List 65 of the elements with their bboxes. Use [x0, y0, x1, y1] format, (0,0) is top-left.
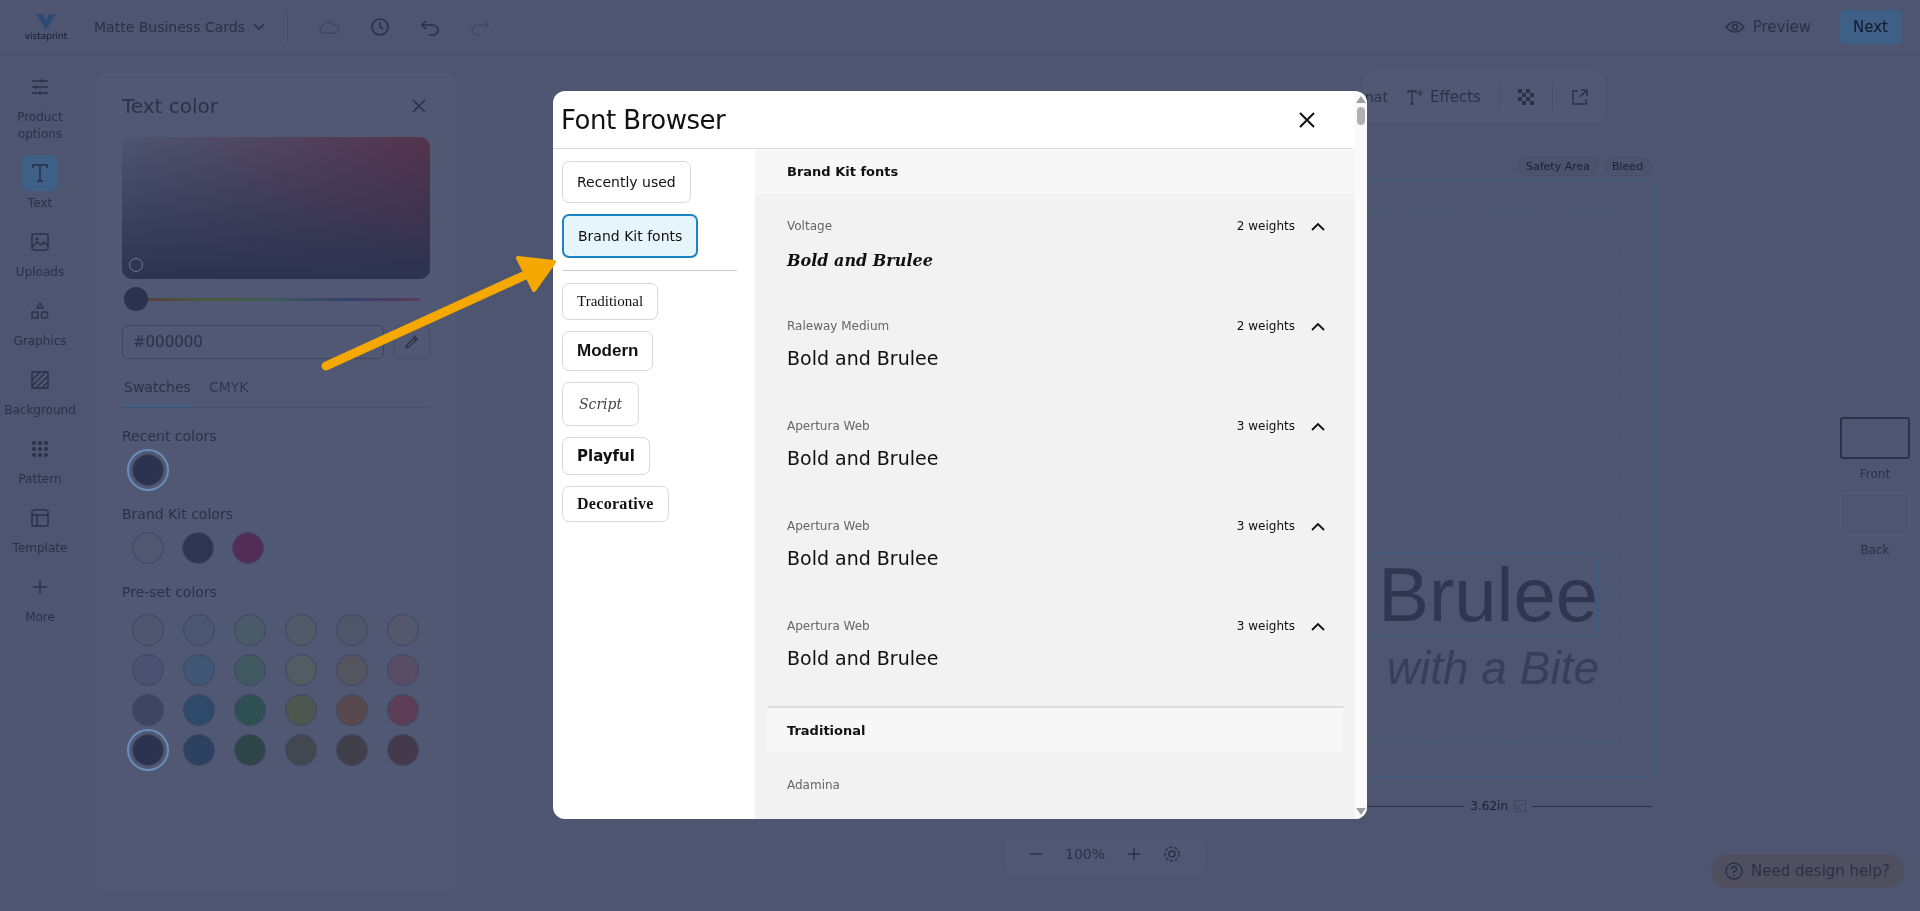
font-item[interactable]: Raleway Medium 2 weights Bold and Brulee: [755, 306, 1355, 406]
category-button[interactable]: Modern: [562, 331, 654, 371]
zoom-in-icon[interactable]: [1127, 847, 1142, 861]
color-swatch[interactable]: [285, 734, 317, 766]
chevron-up-icon[interactable]: [1311, 221, 1325, 231]
logo-text: vistaprint: [24, 31, 68, 41]
color-swatch[interactable]: [234, 734, 266, 766]
color-swatch[interactable]: [232, 532, 264, 564]
undo-icon[interactable]: [419, 18, 440, 36]
color-picker-area[interactable]: [122, 137, 430, 279]
category-button[interactable]: Playful: [562, 437, 650, 475]
category-button[interactable]: Traditional: [562, 283, 659, 320]
category-button[interactable]: Recently used: [562, 161, 691, 203]
font-item[interactable]: Voltage 2 weights Bold and Brulee: [755, 206, 1355, 306]
eyedropper-button[interactable]: [394, 325, 430, 359]
color-swatch[interactable]: [336, 734, 368, 766]
settings-icon[interactable]: [1163, 845, 1182, 863]
text-icon: [30, 163, 50, 183]
image-icon: [31, 233, 49, 251]
eye-icon: [1724, 20, 1745, 34]
category-button[interactable]: Brand Kit fonts: [562, 214, 699, 258]
text-sparkle-icon: [1405, 88, 1424, 106]
color-swatch[interactable]: [182, 532, 214, 564]
layout-icon: [31, 509, 49, 527]
color-swatch[interactable]: [387, 734, 419, 766]
help-icon: [1725, 862, 1744, 880]
share-icon[interactable]: [1570, 88, 1589, 106]
shapes-icon: [31, 302, 49, 320]
color-swatch[interactable]: [183, 694, 215, 726]
transparency-icon[interactable]: [1517, 89, 1534, 105]
chevron-up-icon[interactable]: [1311, 321, 1325, 331]
dialog-title: Font Browser: [561, 104, 726, 135]
plus-icon: [32, 579, 48, 595]
scrollbar[interactable]: [1355, 92, 1367, 819]
section-header: Traditional: [767, 706, 1343, 753]
hatched-square-icon: [31, 371, 49, 389]
eyedropper-icon: [404, 334, 421, 350]
font-item[interactable]: Apertura Web 3 weights Bold and Brulee: [755, 606, 1355, 706]
color-swatch[interactable]: [234, 694, 266, 726]
caret-icon: [252, 23, 265, 31]
category-button[interactable]: Decorative: [562, 486, 669, 522]
close-icon[interactable]: [1299, 111, 1315, 128]
color-swatch[interactable]: [387, 694, 419, 726]
section-header: Brand Kit fonts: [755, 149, 1355, 194]
color-swatch[interactable]: [183, 734, 215, 766]
history-icon[interactable]: [369, 17, 390, 37]
chevron-up-icon[interactable]: [1311, 521, 1325, 531]
color-swatch[interactable]: [285, 694, 317, 726]
chevron-up-icon[interactable]: [1311, 421, 1325, 431]
font-item[interactable]: Apertura Web 3 weights Bold and Brulee: [755, 506, 1355, 606]
color-swatch[interactable]: [336, 694, 368, 726]
dot-grid-icon: [31, 440, 49, 458]
font-item[interactable]: Adamina: [755, 765, 1355, 819]
font-item[interactable]: Apertura Web 3 weights Bold and Brulee: [755, 406, 1355, 506]
guide-toggle[interactable]: Safety Area: [1518, 157, 1598, 176]
next-button[interactable]: Next: [1839, 10, 1902, 44]
slider-thumb[interactable]: [124, 287, 148, 311]
chevron-up-icon[interactable]: [1311, 621, 1325, 631]
hue-slider[interactable]: [124, 287, 420, 311]
logo-icon: [35, 13, 57, 31]
sliders-icon: [31, 78, 49, 96]
category-button[interactable]: Script: [562, 382, 640, 426]
guide-toggle[interactable]: Bleed: [1604, 157, 1652, 176]
color-swatch[interactable]: [387, 654, 419, 686]
ruler-label: 3.62in: [1470, 799, 1508, 813]
